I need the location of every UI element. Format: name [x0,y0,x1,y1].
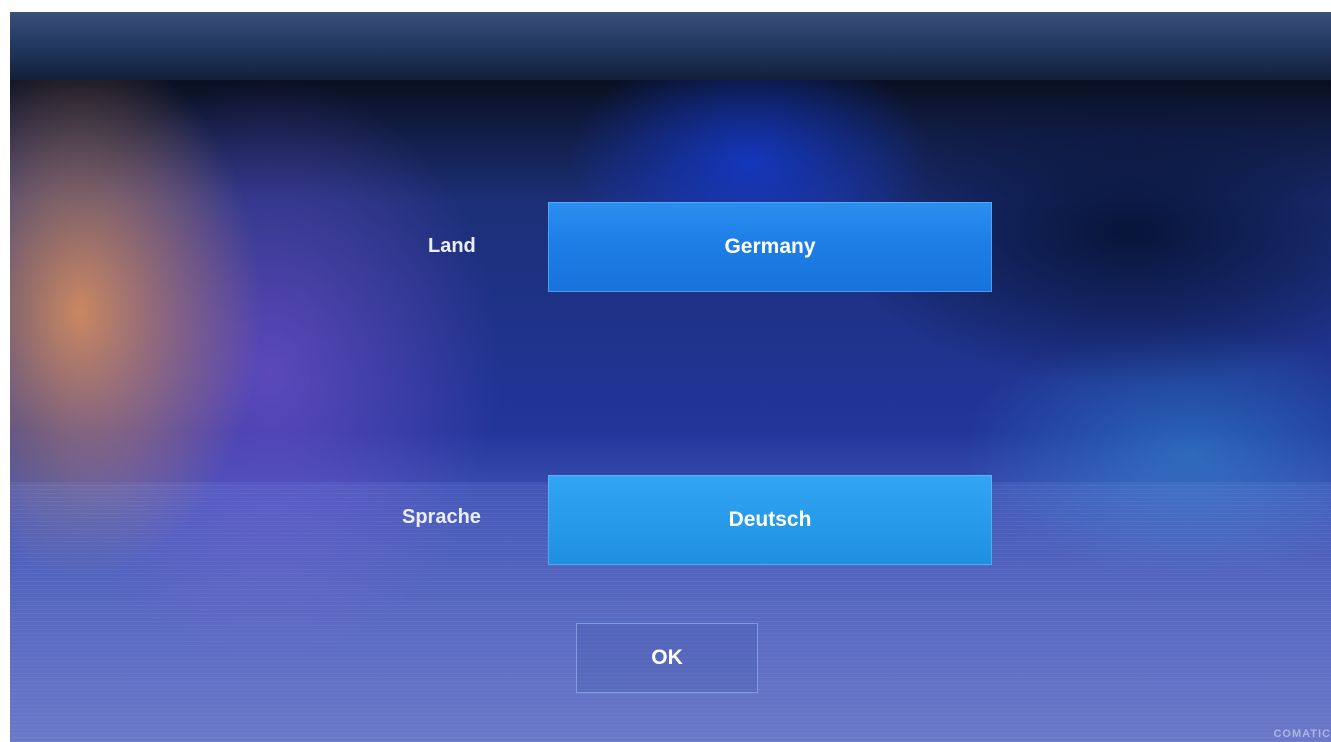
setup-screen: Land Germany Sprache Deutsch OK COMATIC [10,12,1331,742]
ok-button-label: OK [651,646,683,669]
ok-button[interactable]: OK [576,623,758,693]
country-select[interactable]: Germany [548,202,992,292]
language-select[interactable]: Deutsch [548,475,992,565]
language-value: Deutsch [728,508,812,531]
language-label: Sprache [402,506,481,528]
brand-watermark: COMATIC [1273,728,1331,740]
country-label: Land [428,235,476,257]
country-value: Germany [724,235,816,258]
